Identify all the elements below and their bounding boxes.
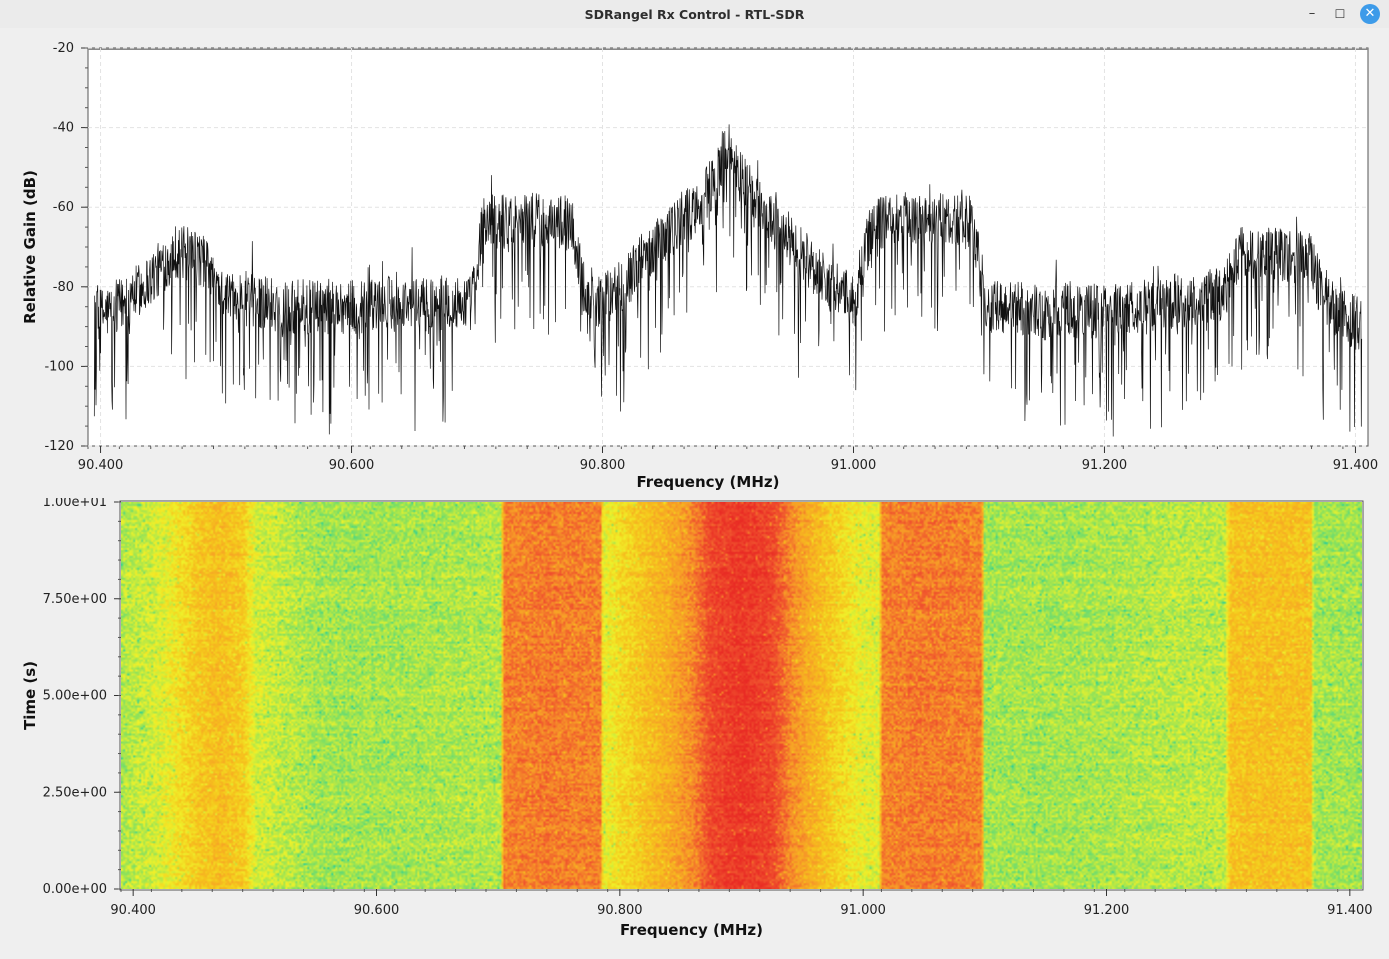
- waterfall-image[interactable]: [121, 502, 1362, 889]
- minimize-icon[interactable]: –: [1303, 5, 1321, 23]
- spectrum-x-tick-label: 90.400: [78, 458, 124, 473]
- spectrum-y-axis-label: Relative Gain (dB): [21, 170, 39, 324]
- waterfall-y-tick-label: 7.50e+00: [43, 592, 107, 607]
- waterfall-x-tick-label: 90.400: [110, 903, 156, 918]
- waterfall-y-tick-label: 0.00e+00: [43, 882, 107, 897]
- waterfall-y-tick-label: 2.50e+00: [43, 785, 107, 800]
- waterfall-y-tick-label: 1.00e+01: [43, 498, 107, 510]
- waterfall-y-axis-label: Time (s): [21, 661, 39, 730]
- spectrum-y-tick-label: -80: [53, 280, 74, 295]
- waterfall-x-tick-label: 91.200: [1084, 903, 1130, 918]
- waterfall-x-tick-label: 91.000: [840, 903, 886, 918]
- window-title: SDRangel Rx Control - RTL-SDR: [584, 7, 805, 22]
- maximize-icon[interactable]: ☐: [1331, 5, 1349, 23]
- spectrum-plot[interactable]: 90.400 90.600 90.800 91.000 91.200 91.400 -20 -…: [0, 28, 1389, 498]
- spectrum-x-tick-label: 91.200: [1082, 458, 1128, 473]
- close-icon[interactable]: ✕: [1360, 4, 1380, 24]
- title-bar: SDRangel Rx Control - RTL-SDR – ☐ ✕: [0, 0, 1389, 28]
- spectrum-x-axis-label: Frequency (MHz): [637, 473, 780, 491]
- spectrum-y-tick-label: -120: [44, 439, 74, 454]
- waterfall-x-axis-label: Frequency (MHz): [620, 921, 763, 939]
- waterfall-x-tick-label: 91.400: [1327, 903, 1373, 918]
- spectrum-y-tick-label: -20: [53, 41, 74, 56]
- spectrum-x-tick-label: 90.800: [580, 458, 626, 473]
- waterfall-x-tick-label: 90.800: [597, 903, 643, 918]
- spectrum-y-tick-label: -60: [53, 200, 74, 215]
- waterfall-x-tick-label: 90.600: [354, 903, 400, 918]
- spectrum-x-tick-label: 91.000: [831, 458, 877, 473]
- spectrum-y-tick-label: -100: [44, 359, 74, 374]
- waterfall-y-tick-label: 5.00e+00: [43, 689, 107, 704]
- spectrum-x-tick-label: 90.600: [329, 458, 375, 473]
- spectrum-y-tick-label: -40: [53, 121, 74, 136]
- waterfall-plot[interactable]: 90.400 90.600 90.800 91.000 91.200 91.400 1.00…: [0, 498, 1389, 959]
- spectrum-x-tick-label: 91.400: [1333, 458, 1379, 473]
- spectrum-plot-area: [87, 47, 1369, 447]
